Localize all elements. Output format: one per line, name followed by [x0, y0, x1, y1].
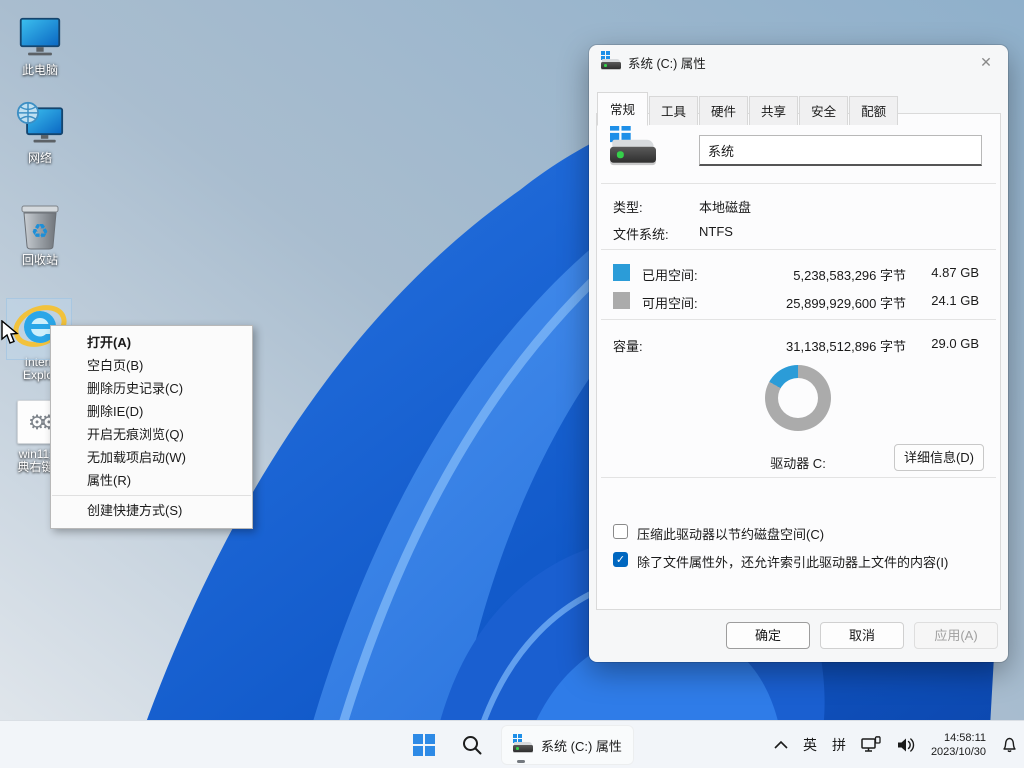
free-space-bytes: 25,899,929,600 字节 — [786, 293, 906, 312]
desktop-icon-network[interactable]: 网络 — [4, 100, 76, 165]
menu-separator — [52, 495, 251, 496]
icon-label: 此电脑 — [4, 64, 76, 77]
cancel-button[interactable]: 取消 — [820, 622, 904, 649]
tab-strip: 常规 工具 硬件 共享 安全 配额 — [597, 91, 899, 125]
tray-time: 14:58:11 — [931, 731, 986, 745]
network-icon — [4, 100, 76, 148]
start-button[interactable] — [405, 725, 443, 765]
close-icon[interactable]: ✕ — [977, 53, 995, 71]
menu-item-create-shortcut[interactable]: 创建快捷方式(S) — [51, 499, 252, 522]
tray-date: 2023/10/30 — [931, 745, 986, 759]
menu-item-delete-ie[interactable]: 删除IE(D) — [51, 400, 252, 423]
type-label: 类型: — [613, 197, 643, 216]
type-value: 本地磁盘 — [699, 197, 751, 216]
speaker-icon[interactable] — [896, 736, 916, 754]
drive-icon — [513, 736, 533, 754]
running-indicator — [517, 760, 525, 763]
this-pc-icon — [4, 12, 76, 60]
taskbar-app-drive-properties[interactable]: 系统 (C:) 属性 — [501, 725, 634, 765]
drive-caption: 驱动器 C: — [738, 453, 858, 472]
desktop-icon-recycle-bin[interactable]: ♻ 回收站 — [4, 202, 76, 267]
menu-item-inprivate[interactable]: 开启无痕浏览(Q) — [51, 423, 252, 446]
compress-checkbox[interactable] — [613, 524, 628, 539]
dialog-title: 系统 (C:) 属性 — [628, 53, 706, 72]
details-button[interactable]: 详细信息(D) — [894, 444, 984, 471]
tab-tools[interactable]: 工具 — [649, 96, 698, 125]
used-space-swatch — [613, 264, 630, 281]
free-space-size: 24.1 GB — [931, 293, 979, 308]
desktop-icon-this-pc[interactable]: 此电脑 — [4, 12, 76, 77]
drive-properties-dialog: 系统 (C:) 属性 ✕ 常规 工具 硬件 共享 安全 配额 类型: 本地磁盘 … — [589, 45, 1008, 662]
used-space-bytes: 5,238,583,296 字节 — [793, 265, 906, 284]
dialog-buttons: 确定 取消 应用(A) — [726, 622, 998, 649]
filesystem-value: NTFS — [699, 224, 733, 239]
compress-checkbox-label[interactable]: 压缩此驱动器以节约磁盘空间(C) — [637, 524, 824, 543]
menu-item-blank-page[interactable]: 空白页(B) — [51, 354, 252, 377]
general-tab-page: 类型: 本地磁盘 文件系统: NTFS 已用空间: 5,238,583,296 … — [596, 113, 1001, 610]
apply-button[interactable]: 应用(A) — [914, 622, 998, 649]
index-checkbox-label[interactable]: 除了文件属性外，还允许索引此驱动器上文件的内容(I) — [637, 552, 948, 571]
tab-general[interactable]: 常规 — [597, 92, 648, 126]
notification-bell-icon[interactable] — [1001, 736, 1018, 754]
capacity-donut-chart — [765, 365, 831, 431]
used-space-label: 已用空间: — [642, 265, 698, 284]
mouse-cursor — [0, 320, 22, 346]
desktop: 此电脑 网络 ♻ 回收站 — [0, 0, 1024, 768]
context-menu: 打开(A) 空白页(B) 删除历史记录(C) 删除IE(D) 开启无痕浏览(Q)… — [50, 325, 253, 529]
menu-item-properties[interactable]: 属性(R) — [51, 469, 252, 492]
capacity-size: 29.0 GB — [931, 336, 979, 351]
recycle-bin-icon: ♻ — [4, 202, 76, 250]
separator — [601, 249, 996, 250]
tab-hardware[interactable]: 硬件 — [699, 96, 748, 125]
drive-icon-large — [610, 126, 630, 144]
separator — [601, 319, 996, 320]
svg-text:♻: ♻ — [31, 221, 49, 243]
search-icon — [461, 734, 483, 756]
dialog-titlebar[interactable]: 系统 (C:) 属性 ✕ — [589, 45, 1008, 79]
search-button[interactable] — [453, 725, 491, 765]
windows-logo-icon — [413, 734, 435, 756]
tab-quota[interactable]: 配额 — [849, 96, 898, 125]
index-checkbox[interactable]: ✓ — [613, 552, 628, 567]
used-space-size: 4.87 GB — [931, 265, 979, 280]
menu-item-open[interactable]: 打开(A) — [51, 331, 252, 354]
filesystem-label: 文件系统: — [613, 224, 669, 243]
menu-item-no-addons[interactable]: 无加载项启动(W) — [51, 446, 252, 469]
free-space-label: 可用空间: — [642, 293, 698, 312]
menu-item-delete-history[interactable]: 删除历史记录(C) — [51, 377, 252, 400]
taskbar-clock[interactable]: 14:58:11 2023/10/30 — [931, 731, 986, 759]
ime-indicator-pinyin[interactable]: 拼 — [832, 735, 846, 755]
capacity-label: 容量: — [613, 336, 643, 355]
drive-name-input[interactable] — [699, 135, 982, 166]
icon-label: 回收站 — [4, 254, 76, 267]
language-indicator-english[interactable]: 英 — [803, 735, 817, 755]
separator — [601, 477, 996, 478]
network-icon[interactable] — [861, 736, 881, 754]
separator — [601, 183, 996, 184]
tab-security[interactable]: 安全 — [799, 96, 848, 125]
tab-sharing[interactable]: 共享 — [749, 96, 798, 125]
free-space-swatch — [613, 292, 630, 309]
drive-icon — [601, 53, 621, 71]
ok-button[interactable]: 确定 — [726, 622, 810, 649]
icon-label: 网络 — [4, 152, 76, 165]
taskbar-app-label: 系统 (C:) 属性 — [541, 736, 622, 755]
taskbar: 系统 (C:) 属性 英 拼 14:58:11 — [0, 720, 1024, 768]
tray-chevron-up-icon[interactable] — [774, 740, 788, 750]
capacity-bytes: 31,138,512,896 字节 — [786, 336, 906, 355]
